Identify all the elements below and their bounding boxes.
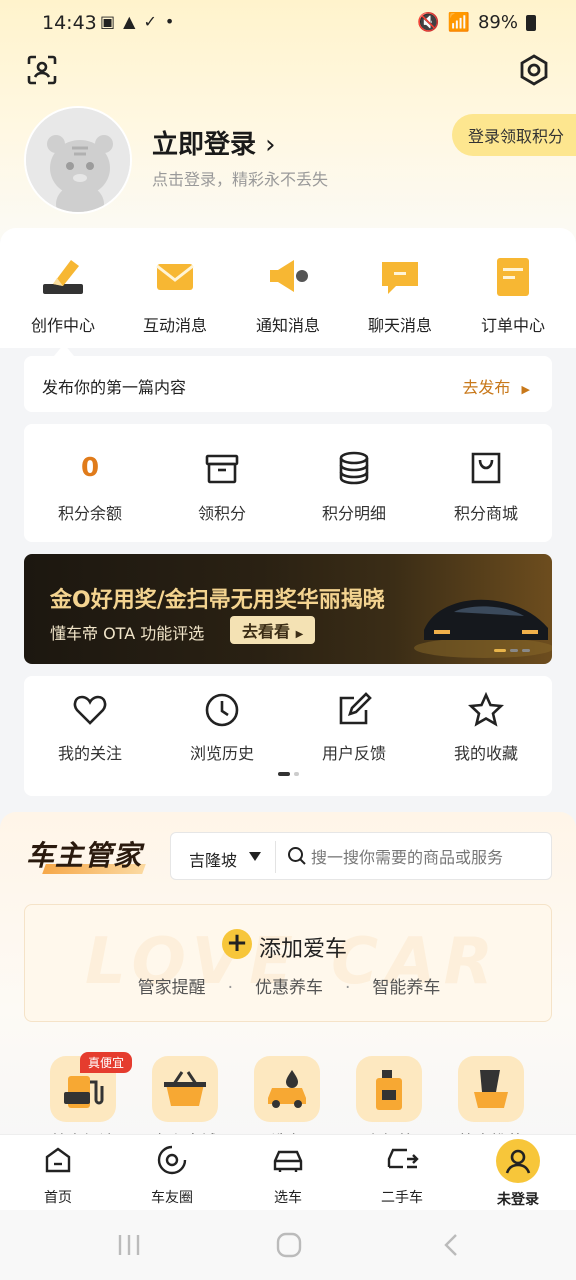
image-icon: ▣ <box>100 12 116 31</box>
nav-choose-car[interactable]: 选车 <box>238 1143 338 1207</box>
service-shortcuts: 真便宜 特惠加油 车主 <box>0 1052 576 1151</box>
status-time: 14:43 <box>42 12 97 34</box>
service-maintenance[interactable] <box>356 1056 422 1122</box>
home-icon <box>41 1143 75 1177</box>
shortcut-creation-center[interactable]: 创作中心 <box>8 252 118 336</box>
nav-used-cars[interactable]: 二手车 <box>352 1143 452 1207</box>
chat-icon <box>376 252 424 300</box>
play-arrow-icon: ▶ <box>521 383 530 396</box>
shortcut-order-center[interactable]: 订单中心 <box>458 252 568 336</box>
status-bar: 14:43 ▣ ▲ ✓ • 🔇 📶 89% <box>0 0 576 46</box>
banner-pagination <box>494 649 530 652</box>
battery-icon <box>526 14 536 31</box>
nav-car-circle[interactable]: 车友圈 <box>122 1143 222 1207</box>
tooltip-caret <box>54 344 74 356</box>
dot-icon: • <box>164 12 175 31</box>
login-points-button[interactable]: 登录领取积分 <box>452 114 576 156</box>
search-input[interactable] <box>311 843 541 871</box>
gift-box-icon <box>204 450 240 486</box>
browsing-history[interactable]: 浏览历史 <box>156 692 288 764</box>
add-car-card[interactable]: LOVE CAR + 添加爱车 管家提醒 · 优惠养车 · 智能养车 <box>24 904 552 1022</box>
envelope-icon <box>151 252 199 300</box>
back-icon[interactable] <box>440 1232 462 1258</box>
publish-prompt-text: 发布你的第一篇内容 <box>42 378 187 397</box>
circle-icon <box>155 1143 189 1177</box>
search-divider <box>275 841 276 873</box>
my-follows[interactable]: 我的关注 <box>24 692 156 764</box>
edit-icon <box>336 692 372 728</box>
user-icon <box>496 1139 540 1183</box>
car-butler-logo: 车主管家 <box>26 839 143 872</box>
search-icon <box>287 846 307 866</box>
recent-apps-icon[interactable] <box>116 1232 142 1258</box>
avatar[interactable] <box>24 106 132 214</box>
clock-icon <box>204 692 240 728</box>
user-feedback[interactable]: 用户反馈 <box>288 692 420 764</box>
points-card: 0 积分余额 领积分 积分明细 积分商城 <box>24 424 552 542</box>
tools-pagination <box>278 772 299 776</box>
mute-icon: 🔇 <box>417 12 440 33</box>
shopping-bag-icon <box>468 450 504 486</box>
order-icon <box>489 252 537 300</box>
heart-icon <box>72 692 108 728</box>
add-car-features: 管家提醒 · 优惠养车 · 智能养车 <box>137 978 441 998</box>
tools-card: 我的关注 浏览历史 用户反馈 我的收藏 <box>24 676 552 796</box>
publish-prompt[interactable]: 发布你的第一篇内容 去发布 ▶ <box>24 356 552 412</box>
login-title-text: 立即登录 <box>152 130 257 160</box>
check-icon: ✓ <box>143 12 157 31</box>
settings-icon[interactable] <box>516 52 552 88</box>
plus-icon: + <box>222 929 252 959</box>
publish-button[interactable]: 去发布 ▶ <box>462 374 530 398</box>
banner-subtitle: 懂车帝 OTA 功能评选 <box>50 624 205 643</box>
pencil-icon <box>39 252 87 300</box>
shortcut-interaction-messages[interactable]: 互动消息 <box>120 252 230 336</box>
megaphone-icon <box>264 252 312 300</box>
nav-not-logged-in[interactable]: 未登录 <box>468 1139 568 1209</box>
service-mall[interactable] <box>152 1056 218 1122</box>
wifi-icon: 📶 <box>447 12 470 33</box>
points-mall[interactable]: 积分商城 <box>420 450 552 524</box>
system-navigation-bar <box>0 1210 576 1280</box>
service-car-wash[interactable] <box>254 1056 320 1122</box>
status-system-icons: 🔇 📶 89% <box>417 12 536 33</box>
chevron-right-icon: › <box>265 130 276 160</box>
service-search-bar: 吉隆坡 <box>170 832 552 880</box>
status-notification-icons: ▣ ▲ ✓ • <box>100 12 174 31</box>
points-details[interactable]: 积分明细 <box>288 450 420 524</box>
message-shortcuts: 创作中心 互动消息 通知消息 聊天消息 订单中心 <box>0 228 576 348</box>
banner-view-button[interactable]: 去看看 ▶ <box>230 616 316 644</box>
used-car-icon <box>385 1143 419 1177</box>
seat-cover-icon <box>474 1070 508 1108</box>
nav-home[interactable]: 首页 <box>8 1143 108 1207</box>
banner-title: 金O好用奖/金扫帚无用奖华丽揭晓 <box>50 588 385 613</box>
triangle-down-icon[interactable] <box>249 852 261 861</box>
car-icon <box>271 1143 305 1177</box>
warning-icon: ▲ <box>123 12 136 31</box>
scan-icon[interactable] <box>24 52 60 88</box>
star-icon <box>468 691 504 728</box>
earn-points[interactable]: 领积分 <box>156 450 288 524</box>
car-wash-icon <box>268 1070 306 1108</box>
service-recommend[interactable] <box>458 1056 524 1122</box>
bottom-navigation: 首页 车友圈 选车 二手车 未登录 <box>0 1134 576 1210</box>
login-subtitle: 点击登录，精彩永不丢失 <box>152 170 329 189</box>
city-selector[interactable]: 吉隆坡 <box>189 847 237 871</box>
login-title[interactable]: 立即登录 › <box>152 124 275 161</box>
coins-icon <box>336 450 372 486</box>
shortcut-chat-messages[interactable]: 聊天消息 <box>345 252 455 336</box>
battery-level: 89% <box>477 12 518 33</box>
car-image <box>414 599 552 658</box>
shortcut-notification-messages[interactable]: 通知消息 <box>233 252 343 336</box>
my-favorites[interactable]: 我的收藏 <box>420 691 552 764</box>
add-car-title: 添加爱车 <box>259 937 348 962</box>
discount-badge: 真便宜 <box>80 1052 133 1073</box>
oil-can-icon <box>376 1070 402 1110</box>
home-button-icon[interactable] <box>274 1230 304 1260</box>
points-balance-value: 0 <box>80 453 100 483</box>
points-balance[interactable]: 0 积分余额 <box>24 450 156 524</box>
promo-banner[interactable]: 金O好用奖/金扫帚无用奖华丽揭晓 懂车帝 OTA 功能评选 去看看 ▶ <box>24 554 552 664</box>
play-arrow-icon: ▶ <box>295 629 304 640</box>
basket-icon <box>164 1071 206 1106</box>
